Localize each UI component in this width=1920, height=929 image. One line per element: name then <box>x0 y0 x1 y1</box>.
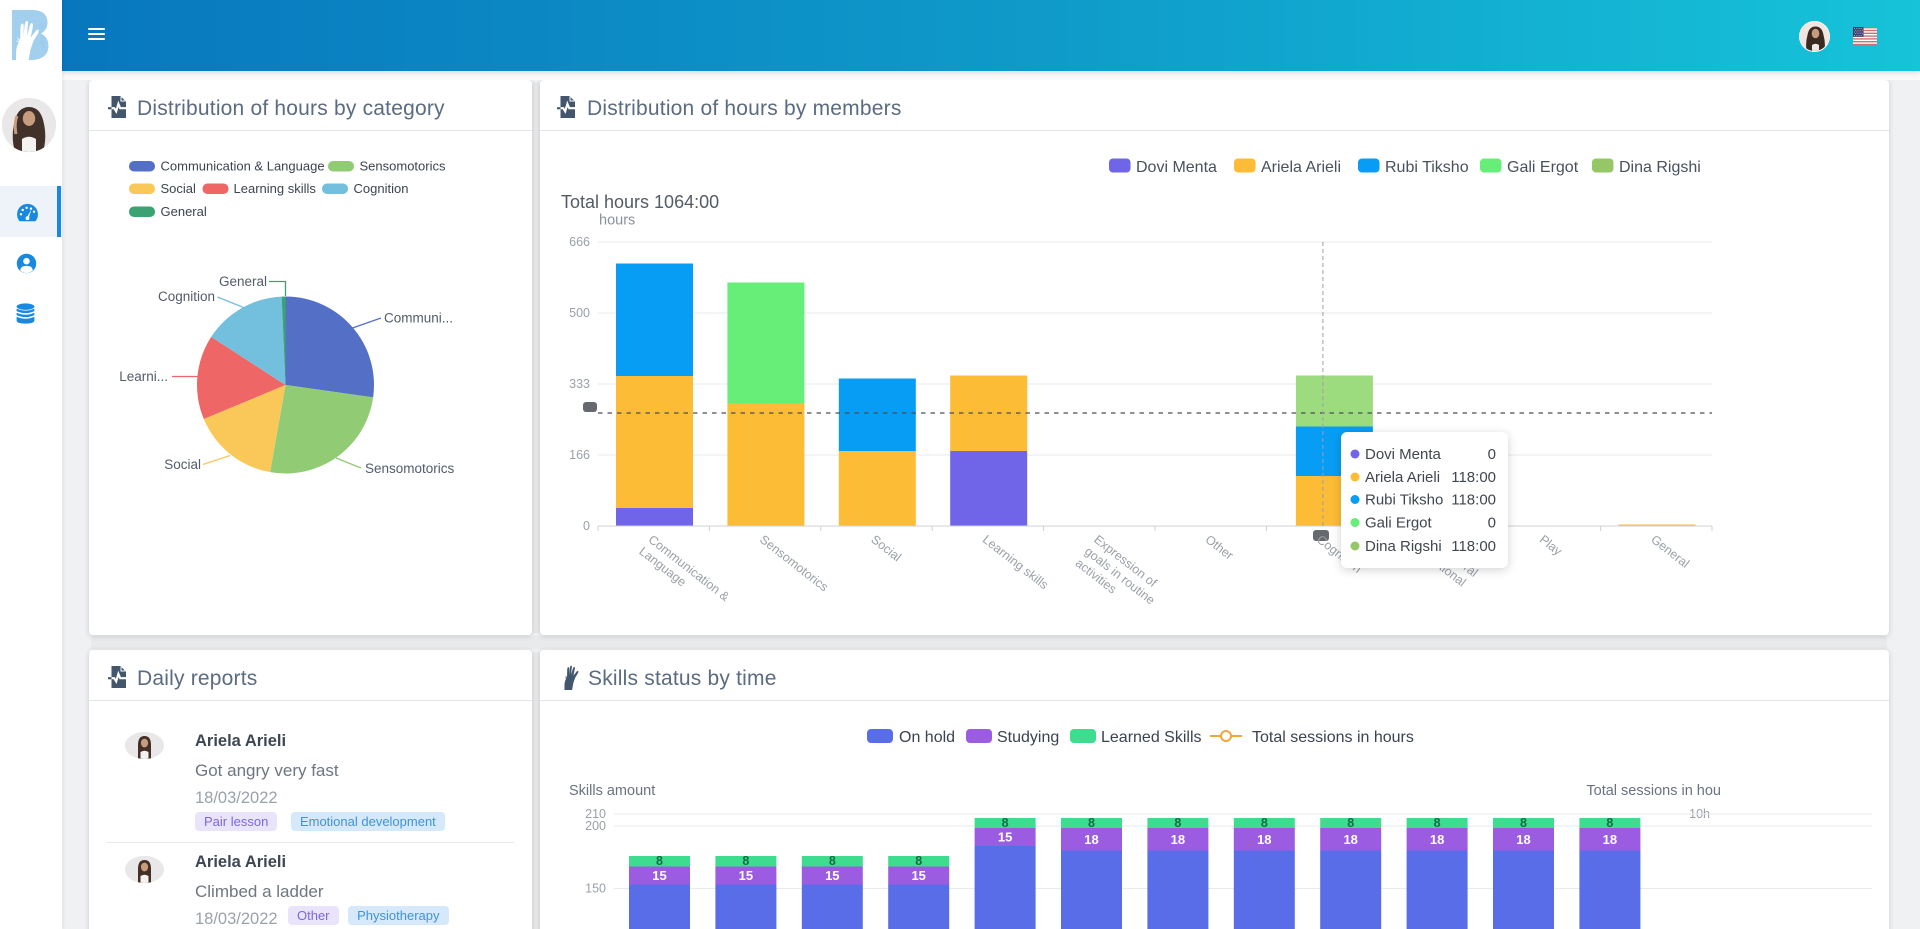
svg-text:Dina Rigshi: Dina Rigshi <box>1365 538 1442 555</box>
svg-text:18: 18 <box>1343 832 1357 847</box>
svg-text:General: General <box>161 204 207 219</box>
svg-text:Rubi Tiksho: Rubi Tiksho <box>1365 492 1443 509</box>
svg-text:8: 8 <box>656 854 663 868</box>
svg-text:Communication & Language: Communication & Language <box>161 159 325 174</box>
svg-text:18: 18 <box>1430 832 1444 847</box>
svg-text:15: 15 <box>825 868 839 883</box>
svg-text:8: 8 <box>1088 816 1095 830</box>
svg-text:Rubi Tiksho: Rubi Tiksho <box>1385 159 1469 176</box>
svg-text:On hold: On hold <box>899 729 955 746</box>
svg-text:18: 18 <box>1084 832 1098 847</box>
svg-text:333: 333 <box>569 377 590 391</box>
svg-text:Learning skills: Learning skills <box>234 181 317 196</box>
svg-text:Cognition: Cognition <box>354 181 409 196</box>
svg-text:Dovi Menta: Dovi Menta <box>1365 446 1442 463</box>
svg-text:General: General <box>219 274 267 289</box>
svg-text:150: 150 <box>585 882 606 896</box>
svg-text:Sensomotorics: Sensomotorics <box>360 159 446 174</box>
svg-text:Other: Other <box>1203 532 1236 562</box>
svg-text:Gali Ergot: Gali Ergot <box>1365 515 1433 532</box>
svg-text:166: 166 <box>569 448 590 462</box>
svg-text:Sensomotorics: Sensomotorics <box>757 532 831 594</box>
svg-text:18: 18 <box>1171 832 1185 847</box>
svg-text:118:00: 118:00 <box>1451 538 1496 555</box>
svg-text:Studying: Studying <box>997 729 1059 746</box>
svg-text:Total sessions in hou: Total sessions in hou <box>1586 783 1721 799</box>
svg-text:8: 8 <box>1261 816 1268 830</box>
svg-text:8: 8 <box>829 854 836 868</box>
svg-text:15: 15 <box>739 868 753 883</box>
svg-text:Ariela Arieli: Ariela Arieli <box>1365 469 1440 486</box>
svg-text:200: 200 <box>585 819 606 833</box>
svg-text:18: 18 <box>1516 832 1530 847</box>
svg-text:0: 0 <box>1488 446 1496 463</box>
svg-text:8: 8 <box>1434 816 1441 830</box>
svg-text:Learning skills: Learning skills <box>980 532 1051 592</box>
svg-text:Total sessions in hours: Total sessions in hours <box>1252 729 1414 746</box>
svg-text:Communi...: Communi... <box>384 311 453 326</box>
svg-text:8: 8 <box>915 854 922 868</box>
svg-text:Ariela Arieli: Ariela Arieli <box>1261 159 1341 176</box>
svg-text:Dina Rigshi: Dina Rigshi <box>1619 159 1701 176</box>
svg-text:Learni...: Learni... <box>119 369 168 384</box>
svg-text:Learned Skills: Learned Skills <box>1101 729 1202 746</box>
svg-text:8: 8 <box>742 854 749 868</box>
svg-text:500: 500 <box>569 306 590 320</box>
svg-text:18: 18 <box>1257 832 1271 847</box>
svg-text:8: 8 <box>1174 816 1181 830</box>
svg-text:Social: Social <box>164 457 201 472</box>
svg-text:Play: Play <box>1537 532 1565 558</box>
svg-text:8: 8 <box>1606 816 1613 830</box>
svg-text:8: 8 <box>1347 816 1354 830</box>
svg-text:8: 8 <box>1002 816 1009 830</box>
svg-text:0: 0 <box>1488 515 1496 532</box>
svg-text:Total hours 1064:00: Total hours 1064:00 <box>561 192 719 212</box>
svg-text:0: 0 <box>583 519 590 533</box>
svg-text:Gali Ergot: Gali Ergot <box>1507 159 1579 176</box>
svg-text:Social: Social <box>161 181 197 196</box>
svg-text:Cognition: Cognition <box>158 289 215 304</box>
svg-text:666: 666 <box>569 235 590 249</box>
svg-text:Social: Social <box>868 532 903 564</box>
svg-text:Communication &Language: Communication &Language <box>636 532 732 616</box>
svg-text:Dovi Menta: Dovi Menta <box>1136 159 1217 176</box>
svg-text:8: 8 <box>1520 816 1527 830</box>
svg-text:hours: hours <box>599 213 635 229</box>
svg-text:Skills amount: Skills amount <box>569 783 655 799</box>
svg-text:15: 15 <box>911 868 925 883</box>
svg-text:General: General <box>1648 532 1692 570</box>
svg-text:15: 15 <box>998 830 1012 845</box>
svg-text:Sensomotorics: Sensomotorics <box>365 461 455 476</box>
svg-text:15: 15 <box>652 868 666 883</box>
svg-text:118:00: 118:00 <box>1451 492 1496 509</box>
svg-text:118:00: 118:00 <box>1451 469 1496 486</box>
svg-text:18: 18 <box>1603 832 1617 847</box>
svg-text:Expression ofgoals in routinea: Expression ofgoals in routineactivities <box>1073 532 1167 619</box>
